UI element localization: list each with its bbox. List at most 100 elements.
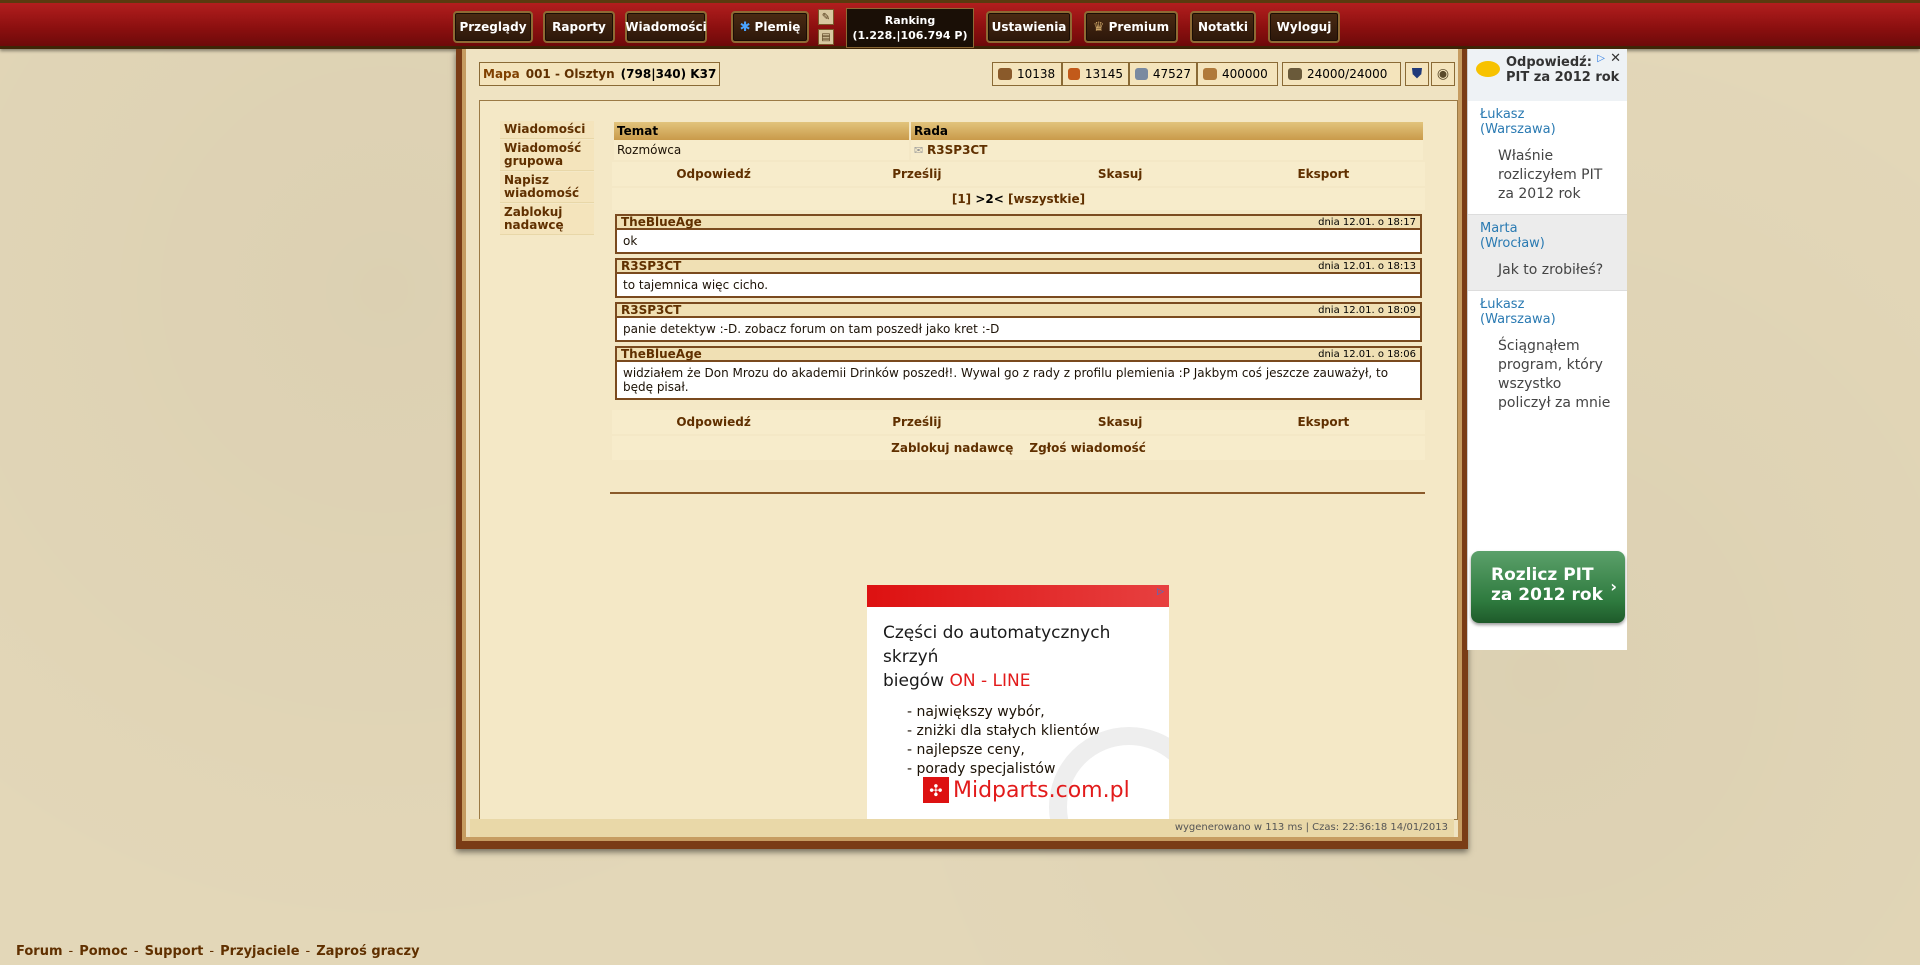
report-message-button[interactable]: Zgłoś wiadomość (1029, 441, 1145, 455)
post-author[interactable]: R3SP3CT (621, 259, 681, 273)
chat-message: Łukasz (Warszawa) Ściągnąłem program, kt… (1468, 291, 1627, 423)
menu-messages-button[interactable]: Wiadomości (625, 11, 707, 43)
export-button[interactable]: Eksport (1222, 167, 1425, 181)
message-panel: Temat Rada Rozmówca ✉ R3SP3CT Odpowiedź … (612, 122, 1425, 460)
sidebar-item-group-message[interactable]: Wiadomość grupowa (500, 140, 594, 171)
message-header-table: Temat Rada Rozmówca ✉ R3SP3CT (612, 122, 1425, 160)
post-date: dnia 12.01. o 18:09 (1318, 304, 1416, 316)
chat-text: Właśnie rozliczyłem PIT za 2012 rok (1498, 148, 1603, 202)
footer-link-support[interactable]: Support (145, 944, 204, 959)
ranking-box[interactable]: Ranking (1.228.|106.794 P) (846, 8, 974, 48)
ad-title-line1: Części do automatycznych skrzyń (883, 623, 1111, 667)
menu-overviews-button[interactable]: Przeglądy (453, 11, 533, 43)
shield-icon[interactable]: ⛊ (1405, 62, 1429, 86)
page-1-link[interactable]: [1] (952, 192, 971, 206)
village-header-bar: Mapa 001 - Olsztyn (798|340) K37 10138 1… (479, 62, 1458, 90)
forward-button[interactable]: Prześlij (815, 415, 1018, 429)
menu-tribe-button[interactable]: ✱ Plemię (731, 11, 809, 43)
storage-value: 400000 (1222, 67, 1268, 81)
menu-logout-button[interactable]: Wyloguj (1268, 11, 1340, 43)
menu-settings-button[interactable]: Ustawienia (986, 11, 1072, 43)
post-date: dnia 12.01. o 18:13 (1318, 260, 1416, 272)
sidebar-item-block-sender[interactable]: Zablokuj nadawcę (500, 204, 594, 235)
post-author[interactable]: R3SP3CT (621, 303, 681, 317)
post-header: TheBlueAge dnia 12.01. o 18:17 (617, 215, 1420, 230)
post-author[interactable]: TheBlueAge (621, 215, 702, 229)
ranking-label: Ranking (884, 14, 936, 27)
sidebar-item-write-message[interactable]: Napisz wiadomość (500, 172, 594, 203)
ad-title-red: ON - LINE (949, 671, 1031, 691)
footer-link-forum[interactable]: Forum (16, 944, 63, 959)
delete-button[interactable]: Skasuj (1019, 167, 1222, 181)
main-frame: Mapa 001 - Olsztyn (798|340) K37 10138 1… (456, 49, 1468, 849)
edit-icon[interactable]: ✎ (818, 9, 834, 25)
export-button[interactable]: Eksport (1222, 415, 1425, 429)
page-all-link[interactable]: [wszystkie] (1008, 192, 1085, 206)
menu-premium-button[interactable]: ♛ Premium (1084, 11, 1178, 43)
messages-sidebar: Wiadomości Wiadomość grupowa Napisz wiad… (500, 121, 594, 236)
frame-inner: Mapa 001 - Olsztyn (798|340) K37 10138 1… (466, 49, 1458, 837)
sidebar-item-messages[interactable]: Wiadomości (500, 121, 594, 139)
message-actions-top: Odpowiedź Prześlij Skasuj Eksport (612, 162, 1425, 186)
post-header: R3SP3CT dnia 12.01. o 18:13 (617, 259, 1420, 274)
post-author[interactable]: TheBlueAge (621, 347, 702, 361)
message-post: TheBlueAge dnia 12.01. o 18:06 widziałem… (615, 346, 1422, 400)
menu-notes-button[interactable]: Notatki (1190, 11, 1256, 43)
avatar-icon[interactable]: ◉ (1431, 62, 1455, 86)
message-extra-actions: Zablokuj nadawcę Zgłoś wiadomość (612, 436, 1425, 460)
subject-value: Rada (911, 122, 1423, 140)
chat-message: Marta (Wrocław) Jak to zrobiłeś? (1468, 215, 1627, 291)
map-link[interactable]: Mapa (483, 67, 520, 81)
tribe-icon: ✱ (739, 19, 751, 35)
pagination: [1] >2< [wszystkie] (612, 188, 1425, 210)
footer-links: Forum - Pomoc - Support - Przyjaciele - Zaproś g… (16, 944, 420, 959)
chat-author: Łukasz (Warszawa) (1480, 297, 1556, 327)
close-icon[interactable]: ✕ (1610, 51, 1621, 66)
village-coords: (798|340) K37 (620, 67, 717, 81)
village-name[interactable]: 001 - Olsztyn (526, 67, 615, 81)
ad-logo-text: Midparts.com.pl (953, 777, 1130, 803)
storage-resource: 400000 (1197, 62, 1278, 86)
ad-header-line1: Odpowiedź: (1506, 55, 1592, 70)
speech-bubble-icon (1476, 61, 1500, 77)
content-area: Wiadomości Wiadomość grupowa Napisz wiad… (479, 100, 1458, 837)
forward-button[interactable]: Prześlij (815, 167, 1018, 181)
iron-value: 47527 (1152, 67, 1191, 81)
post-body: to tajemnica więc cicho. (617, 274, 1420, 296)
ad-logo: ✣ Midparts.com.pl (923, 777, 1130, 803)
partner-name[interactable]: R3SP3CT (927, 143, 987, 157)
adchoices-icon[interactable]: ▷ (1597, 51, 1605, 66)
reply-button[interactable]: Odpowiedź (612, 415, 815, 429)
footer-link-invite[interactable]: Zaproś graczy (316, 944, 419, 959)
adchoices-icon[interactable]: ▷ (1157, 587, 1167, 597)
footer-link-help[interactable]: Pomoc (79, 944, 128, 959)
storage-icon (1203, 68, 1217, 80)
right-ad-banner[interactable]: ▷ ✕ Odpowiedź: PIT za 2012 rok Łukasz (W… (1467, 49, 1627, 650)
cta-button[interactable]: Rozlicz PIT za 2012 rok › (1471, 551, 1625, 623)
menu-premium-label: Premium (1108, 20, 1170, 34)
clay-value: 13145 (1084, 67, 1123, 81)
envelope-icon: ✉ (914, 144, 924, 157)
message-actions-bottom: Odpowiedź Prześlij Skasuj Eksport (612, 410, 1425, 434)
delete-button[interactable]: Skasuj (1019, 415, 1222, 429)
village-info: Mapa 001 - Olsztyn (798|340) K37 (479, 62, 721, 86)
post-header: TheBlueAge dnia 12.01. o 18:06 (617, 347, 1420, 362)
reply-button[interactable]: Odpowiedź (612, 167, 815, 181)
post-body: ok (617, 230, 1420, 252)
message-post: R3SP3CT dnia 12.01. o 18:09 panie detekt… (615, 302, 1422, 342)
ad-title-line2: biegów ON - LINE (883, 669, 1169, 693)
center-ad-banner[interactable]: ▷ Części do automatycznych skrzyń biegów… (867, 585, 1169, 837)
ad-header: ▷ ✕ Odpowiedź: PIT za 2012 rok (1468, 49, 1627, 101)
ad-title-black: biegów (883, 671, 950, 691)
premium-icon: ♛ (1092, 19, 1105, 35)
notebook-icon[interactable]: ▤ (818, 29, 834, 45)
farm-resource: 24000/24000 (1282, 62, 1401, 86)
partner-cell: ✉ R3SP3CT (911, 140, 1423, 160)
footer-link-friends[interactable]: Przyjaciele (220, 944, 299, 959)
wood-resource: 10138 (992, 62, 1062, 86)
block-sender-button[interactable]: Zablokuj nadawcę (891, 441, 1013, 455)
ad-stripe (867, 585, 1169, 607)
post-date: dnia 12.01. o 18:06 (1318, 348, 1416, 360)
menu-reports-button[interactable]: Raporty (543, 11, 615, 43)
gears-logo-icon: ✣ (923, 777, 949, 803)
